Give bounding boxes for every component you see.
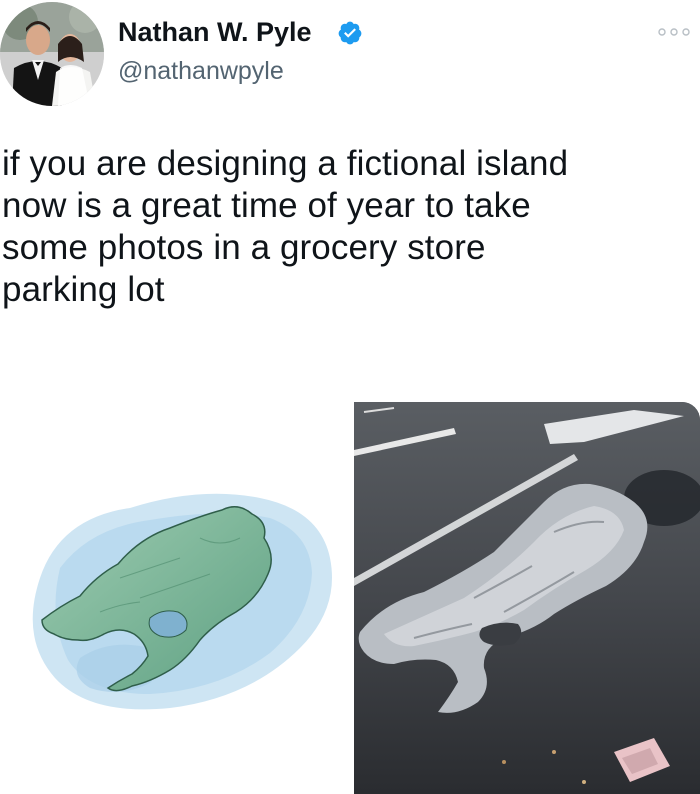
parking-lot-photo[interactable] xyxy=(354,402,700,794)
display-name[interactable]: Nathan W. Pyle xyxy=(118,16,312,48)
tweet-text-line: if you are designing a fictional island xyxy=(2,144,569,183)
tweet-card: Nathan W. Pyle @nathanwpyle if you are d… xyxy=(0,0,700,794)
island-map-image xyxy=(32,493,333,710)
island-illustration[interactable] xyxy=(0,398,352,794)
tweet-text-line: now is a great time of year to take xyxy=(2,186,531,225)
tweet-text: if you are designing a fictional island … xyxy=(2,143,692,311)
tweet-text-line: parking lot xyxy=(2,270,165,309)
tweet-header: Nathan W. Pyle @nathanwpyle xyxy=(0,0,700,110)
more-horizontal-icon[interactable] xyxy=(654,22,694,42)
avatar-photo xyxy=(0,2,104,106)
avatar[interactable] xyxy=(0,2,104,106)
verified-badge-icon xyxy=(338,21,362,45)
user-handle[interactable]: @nathanwpyle xyxy=(118,56,284,86)
snow-pile-photo xyxy=(354,402,700,794)
tweet-text-line: some photos in a grocery store xyxy=(2,228,486,267)
tweet-media xyxy=(0,398,700,794)
